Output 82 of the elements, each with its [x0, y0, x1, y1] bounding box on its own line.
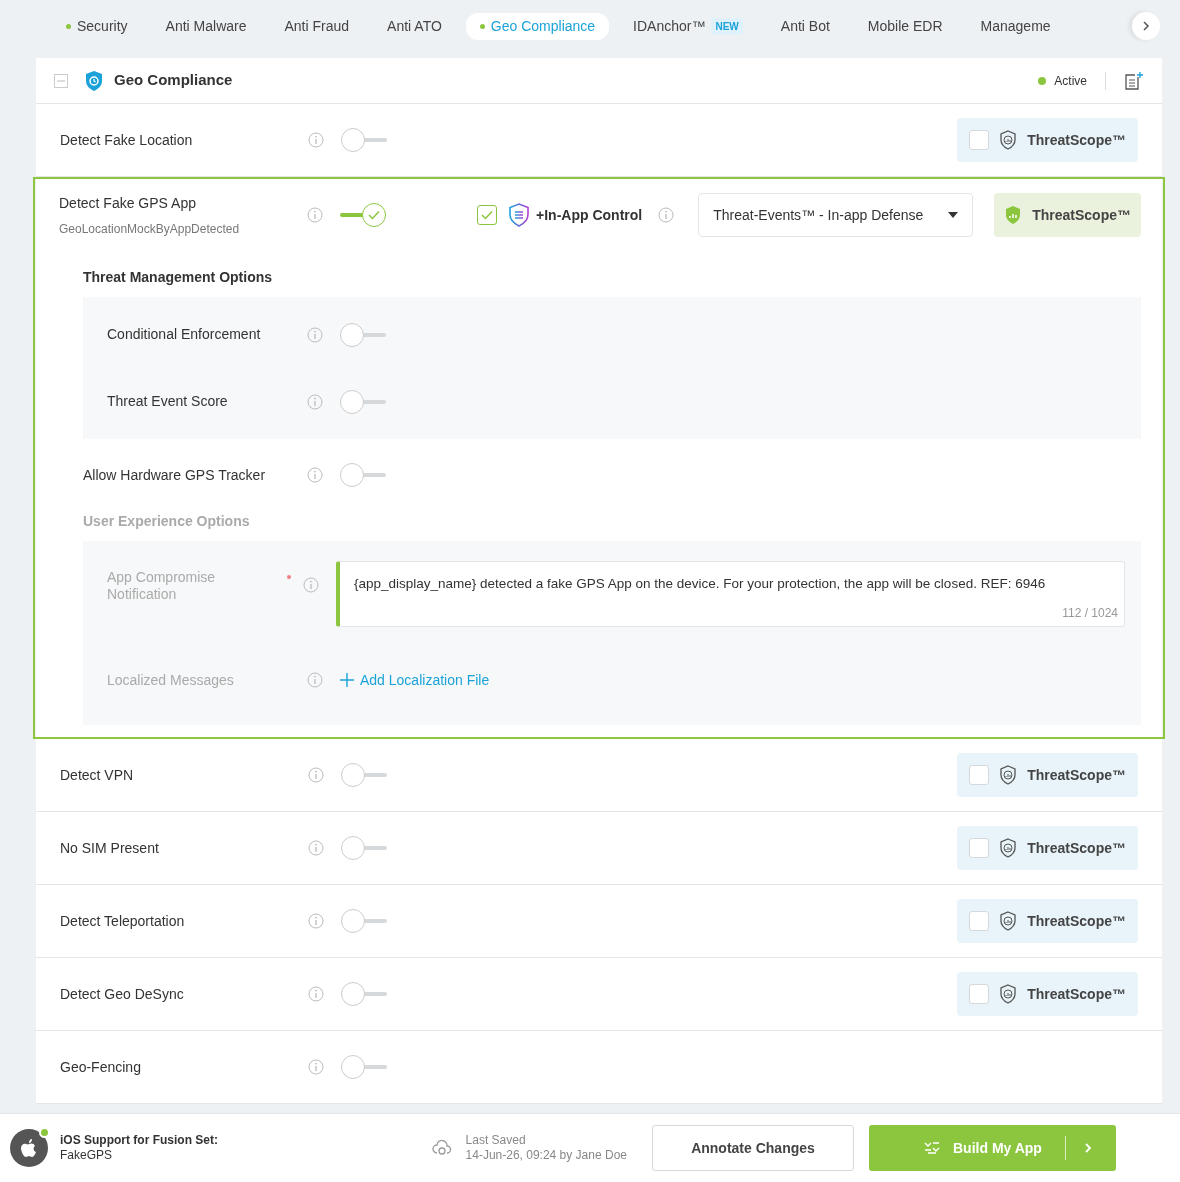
- tab[interactable]: IDAnchor™ NEW: [619, 12, 757, 40]
- plus-icon: [340, 673, 354, 687]
- threatscope-button[interactable]: ThreatScope™: [957, 753, 1138, 797]
- in-app-control-label: +In-App Control: [536, 205, 643, 225]
- caret-icon: [948, 212, 959, 218]
- info-icon: [658, 207, 675, 223]
- threatscope-button[interactable]: ThreatScope™: [957, 826, 1138, 870]
- info-icon: [307, 207, 323, 223]
- cloud-icon: [431, 1140, 452, 1156]
- info-icon: [308, 986, 324, 1002]
- toggle-switch[interactable]: [341, 982, 387, 1006]
- feature-label: No SIM Present: [60, 838, 160, 858]
- shield-icon: [1004, 205, 1023, 225]
- feature-code: GeoLocationMockByAppDetected: [59, 221, 241, 238]
- info-icon: [308, 132, 324, 148]
- threatscope-button[interactable]: ThreatScope™: [957, 118, 1138, 162]
- info-icon: [307, 393, 323, 410]
- info-icon: [307, 326, 323, 343]
- feature-label: Detect Teleportation: [60, 911, 186, 931]
- checkmark-icon: [368, 210, 380, 220]
- toggle-switch[interactable]: [341, 1055, 387, 1079]
- info-icon: [308, 767, 324, 783]
- build-icon: [923, 1140, 941, 1156]
- toggle-switch[interactable]: [341, 128, 387, 152]
- saved-label: Last Saved: [465, 1133, 527, 1148]
- shield-icon: [999, 765, 1018, 785]
- new-badge: NEW: [711, 17, 743, 35]
- feature-label: Detect Fake Location: [60, 130, 194, 150]
- info-icon: [303, 577, 319, 593]
- field-label: App Compromise Notification: [107, 569, 217, 603]
- section-title: Threat Management Options: [82, 268, 274, 287]
- feature-label: Detect VPN: [60, 765, 135, 785]
- field-label: Localized Messages: [107, 670, 235, 690]
- option-label: Threat Event Score: [107, 392, 229, 411]
- character-counter: 112 / 1024: [1062, 605, 1118, 622]
- toggle-switch[interactable]: [340, 463, 386, 487]
- feature-label: Geo-Fencing: [60, 1057, 142, 1077]
- shield-icon: [999, 130, 1018, 150]
- checkbox[interactable]: [477, 205, 498, 225]
- toggle-switch[interactable]: [340, 389, 386, 414]
- section-title: User Experience Options: [82, 512, 251, 531]
- threatscope-button[interactable]: ThreatScope™: [957, 972, 1138, 1016]
- toggle-switch[interactable]: [341, 763, 387, 787]
- shield-icon: [508, 203, 531, 227]
- toggle-switch[interactable]: [340, 322, 386, 347]
- tab[interactable]: Security: [52, 12, 142, 40]
- tab[interactable]: Anti Bot: [766, 12, 844, 40]
- threatscope-button[interactable]: ThreatScope™: [957, 899, 1138, 943]
- event-dropdown[interactable]: Threat-Events™ - In-app Defense: [698, 193, 974, 237]
- toggle-switch[interactable]: [341, 909, 387, 933]
- tab[interactable]: Manageme: [966, 12, 1065, 40]
- status-label: Active: [1054, 72, 1087, 90]
- feature-label: Detect Fake GPS App: [59, 194, 197, 213]
- info-icon: [308, 913, 324, 929]
- tab[interactable]: Anti ATO: [373, 12, 456, 40]
- option-label: Conditional Enforcement: [107, 325, 262, 344]
- info-icon: [307, 672, 323, 688]
- saved-time: 14-Jun-26, 09:24 by Jane Doe: [465, 1148, 627, 1163]
- info-icon: [308, 1059, 324, 1075]
- platform-label: iOS Support for Fusion Set:: [60, 1133, 218, 1148]
- chevron-right-icon: [1084, 1142, 1092, 1154]
- feature-label: Detect Geo DeSync: [60, 984, 185, 1004]
- toggle-switch[interactable]: [340, 203, 386, 227]
- scroll-right-button[interactable]: [1132, 12, 1160, 40]
- tab[interactable]: Anti Fraud: [270, 12, 364, 40]
- info-icon: [308, 840, 324, 856]
- checkmark-icon: [481, 210, 494, 220]
- threatscope-button[interactable]: ThreatScope™: [994, 193, 1141, 237]
- tab[interactable]: Anti Malware: [151, 12, 261, 40]
- info-icon: [307, 467, 323, 483]
- shield-icon: [84, 69, 104, 92]
- toggle-switch[interactable]: [341, 836, 387, 860]
- shield-icon: [999, 984, 1018, 1004]
- platform-name: FakeGPS: [60, 1148, 114, 1163]
- chevron-right-icon: [1142, 20, 1150, 32]
- shield-icon: [999, 911, 1018, 931]
- panel-title: Geo Compliance: [114, 70, 233, 91]
- shield-icon: [999, 838, 1018, 858]
- add-note-icon[interactable]: [1124, 70, 1144, 91]
- annotate-button[interactable]: Annotate Changes: [652, 1125, 854, 1171]
- option-label: Allow Hardware GPS Tracker: [83, 465, 267, 485]
- tab[interactable]: Mobile EDR: [853, 12, 957, 40]
